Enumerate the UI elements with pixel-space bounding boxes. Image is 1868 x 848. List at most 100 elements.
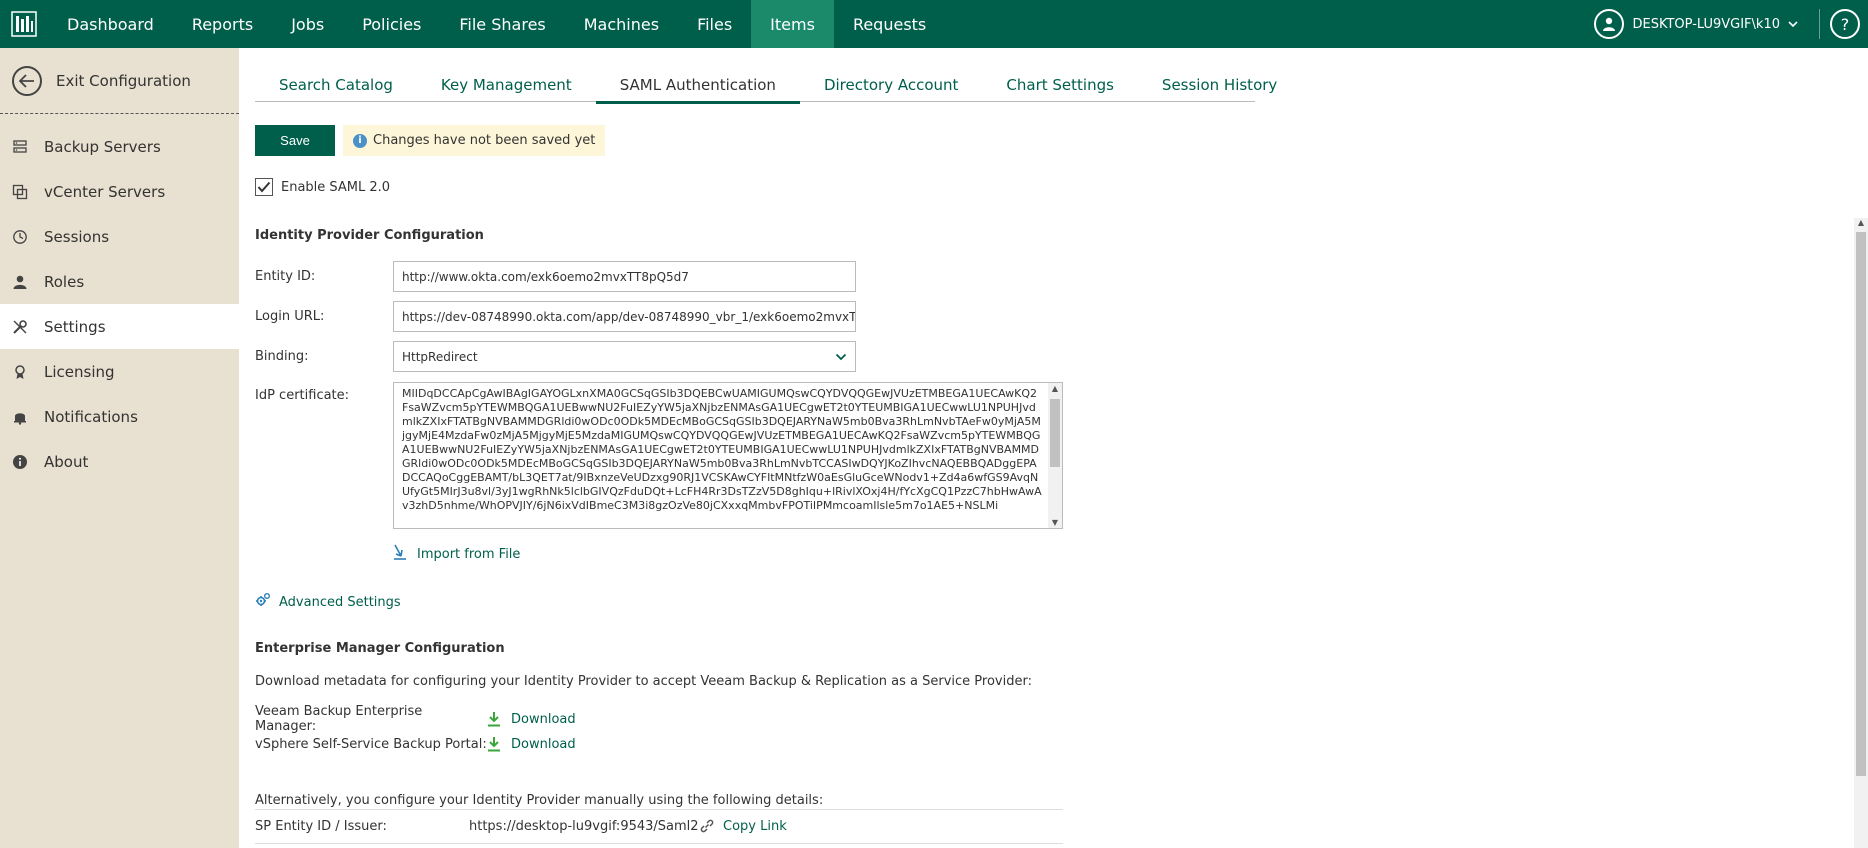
em-description: Download metadata for configuring your I… — [255, 674, 1032, 689]
import-from-file-link[interactable]: Import from File — [393, 544, 520, 564]
idp-certificate-textarea[interactable]: MIIDqDCCApCgAwIBAgIGAYOGLxnXMA0GCSqGSIb3… — [393, 382, 1063, 529]
nav-file-shares[interactable]: File Shares — [440, 0, 564, 48]
sp-entity-row: SP Entity ID / Issuer: https://desktop-l… — [255, 818, 787, 834]
arrow-left-icon — [12, 65, 42, 96]
entity-id-row: Entity ID: http://www.okta.com/exk6oemo2… — [255, 261, 1015, 292]
license-icon — [12, 364, 28, 380]
copy-link-button[interactable]: Copy Link — [699, 818, 787, 834]
sidebar-item-about[interactable]: About — [0, 439, 239, 484]
advanced-settings-link[interactable]: Advanced Settings — [255, 592, 401, 612]
sidebar-item-label: Settings — [44, 317, 106, 336]
tab-key-management[interactable]: Key Management — [417, 68, 596, 102]
tab-directory-account[interactable]: Directory Account — [800, 68, 982, 102]
user-menu[interactable]: DESKTOP-LU9VGIF\k10 — [1594, 0, 1798, 48]
sidebar-item-licensing[interactable]: Licensing — [0, 349, 239, 394]
copy-link-label: Copy Link — [723, 818, 787, 834]
server-icon — [12, 139, 28, 155]
save-button[interactable]: Save — [255, 125, 335, 156]
sidebar-item-label: Backup Servers — [44, 137, 161, 156]
nav-machines[interactable]: Machines — [565, 0, 678, 48]
login-url-input[interactable]: https://dev-08748990.okta.com/app/dev-08… — [393, 301, 856, 332]
tools-icon — [12, 319, 28, 335]
chevron-down-icon — [1788, 17, 1798, 32]
nav-items[interactable]: Items — [751, 0, 834, 48]
certificate-scroll-thumb[interactable] — [1050, 399, 1060, 467]
main-nav: Dashboard Reports Jobs Policies File Sha… — [48, 0, 945, 48]
binding-label: Binding: — [255, 349, 309, 364]
sidebar-item-label: Sessions — [44, 227, 110, 246]
help-icon[interactable]: ? — [1830, 9, 1860, 39]
sidebar-item-roles[interactable]: Roles — [0, 259, 239, 304]
import-arrow-icon — [393, 544, 407, 564]
download-icon — [488, 712, 500, 727]
user-avatar-icon — [1594, 9, 1625, 39]
clock-icon — [12, 229, 28, 245]
nav-policies[interactable]: Policies — [343, 0, 440, 48]
veeam-logo-icon[interactable] — [0, 0, 48, 48]
save-row: Save i Changes have not been saved yet — [255, 125, 606, 156]
topbar-divider — [1819, 9, 1820, 39]
sidebar-item-vcenter-servers[interactable]: vCenter Servers — [0, 169, 239, 214]
sidebar-item-label: Licensing — [44, 362, 115, 381]
user-name: DESKTOP-LU9VGIF\k10 — [1632, 16, 1780, 32]
divider-line — [255, 843, 1063, 844]
import-from-file-label: Import from File — [417, 546, 521, 562]
unsaved-notice-text: Changes have not been saved yet — [373, 133, 596, 148]
enable-saml-checkbox[interactable] — [255, 178, 273, 196]
scroll-up-icon[interactable]: ▲ — [1048, 384, 1062, 393]
certificate-scrollbar[interactable]: ▲ ▼ — [1048, 383, 1062, 528]
page-scrollbar[interactable]: ▲ — [1854, 218, 1868, 848]
vbem-label: Veeam Backup Enterprise Manager: — [255, 704, 423, 734]
vsphere-download-label: Download — [511, 736, 576, 752]
sidebar-item-backup-servers[interactable]: Backup Servers — [0, 124, 239, 169]
nav-files[interactable]: Files — [678, 0, 751, 48]
info-icon: i — [353, 133, 367, 148]
tab-saml-authentication[interactable]: SAML Authentication — [595, 68, 801, 104]
gears-icon — [255, 592, 271, 612]
vbem-download-label: Download — [511, 711, 576, 727]
exit-configuration-label: Exit Configuration — [56, 71, 191, 90]
idp-certificate-text: MIIDqDCCApCgAwIBAgIGAYOGLxnXMA0GCSqGSIb3… — [402, 387, 1042, 512]
sidebar-list: Backup Servers vCenter Servers Sessions … — [0, 114, 239, 484]
em-section-title: Enterprise Manager Configuration — [255, 641, 505, 656]
sp-entity-value: https://desktop-lu9vgif:9543/Saml2 — [469, 818, 699, 834]
bell-icon — [12, 409, 28, 425]
idp-certificate-label: IdP certificate: — [255, 388, 350, 403]
main-content: Search Catalog Key Management SAML Authe… — [255, 48, 1845, 848]
link-icon — [700, 819, 714, 833]
divider-line — [255, 809, 1063, 810]
sidebar-item-label: About — [44, 452, 89, 471]
nav-requests[interactable]: Requests — [834, 0, 945, 48]
advanced-settings-label: Advanced Settings — [279, 594, 401, 610]
nav-jobs[interactable]: Jobs — [272, 0, 343, 48]
sidebar-item-label: vCenter Servers — [44, 182, 166, 201]
sidebar: Exit Configuration Backup Servers vCente… — [0, 48, 239, 848]
page-scroll-thumb[interactable] — [1856, 232, 1866, 776]
info-icon — [12, 454, 28, 470]
sidebar-item-notifications[interactable]: Notifications — [0, 394, 239, 439]
vsphere-download-link[interactable]: Download — [487, 736, 576, 752]
idp-section-title: Identity Provider Configuration — [255, 228, 484, 243]
entity-id-input[interactable]: http://www.okta.com/exk6oemo2mvxTT8pQ5d7 — [393, 261, 856, 292]
login-url-row: Login URL: https://dev-08748990.okta.com… — [255, 301, 1015, 332]
binding-value: HttpRedirect — [402, 349, 478, 364]
vcenter-icon — [12, 184, 28, 200]
sp-entity-label: SP Entity ID / Issuer: — [255, 818, 387, 834]
exit-configuration-button[interactable]: Exit Configuration — [0, 48, 239, 114]
unsaved-notice: i Changes have not been saved yet — [343, 125, 606, 156]
nav-reports[interactable]: Reports — [173, 0, 272, 48]
scroll-down-icon[interactable]: ▼ — [1048, 518, 1062, 527]
tab-chart-settings[interactable]: Chart Settings — [982, 68, 1138, 102]
binding-select[interactable]: HttpRedirect — [393, 341, 856, 372]
sidebar-item-sessions[interactable]: Sessions — [0, 214, 239, 259]
tab-search-catalog[interactable]: Search Catalog — [255, 68, 417, 102]
entity-id-label: Entity ID: — [255, 269, 316, 284]
tab-session-history[interactable]: Session History — [1138, 68, 1301, 102]
nav-dashboard[interactable]: Dashboard — [48, 0, 173, 48]
manual-config-description: Alternatively, you configure your Identi… — [255, 793, 824, 808]
sidebar-item-settings[interactable]: Settings — [0, 304, 239, 349]
vbem-download-row: Veeam Backup Enterprise Manager: Downloa… — [255, 704, 576, 734]
scroll-up-icon[interactable]: ▲ — [1854, 218, 1868, 227]
binding-row: Binding: HttpRedirect — [255, 341, 1015, 372]
vbem-download-link[interactable]: Download — [487, 711, 576, 727]
